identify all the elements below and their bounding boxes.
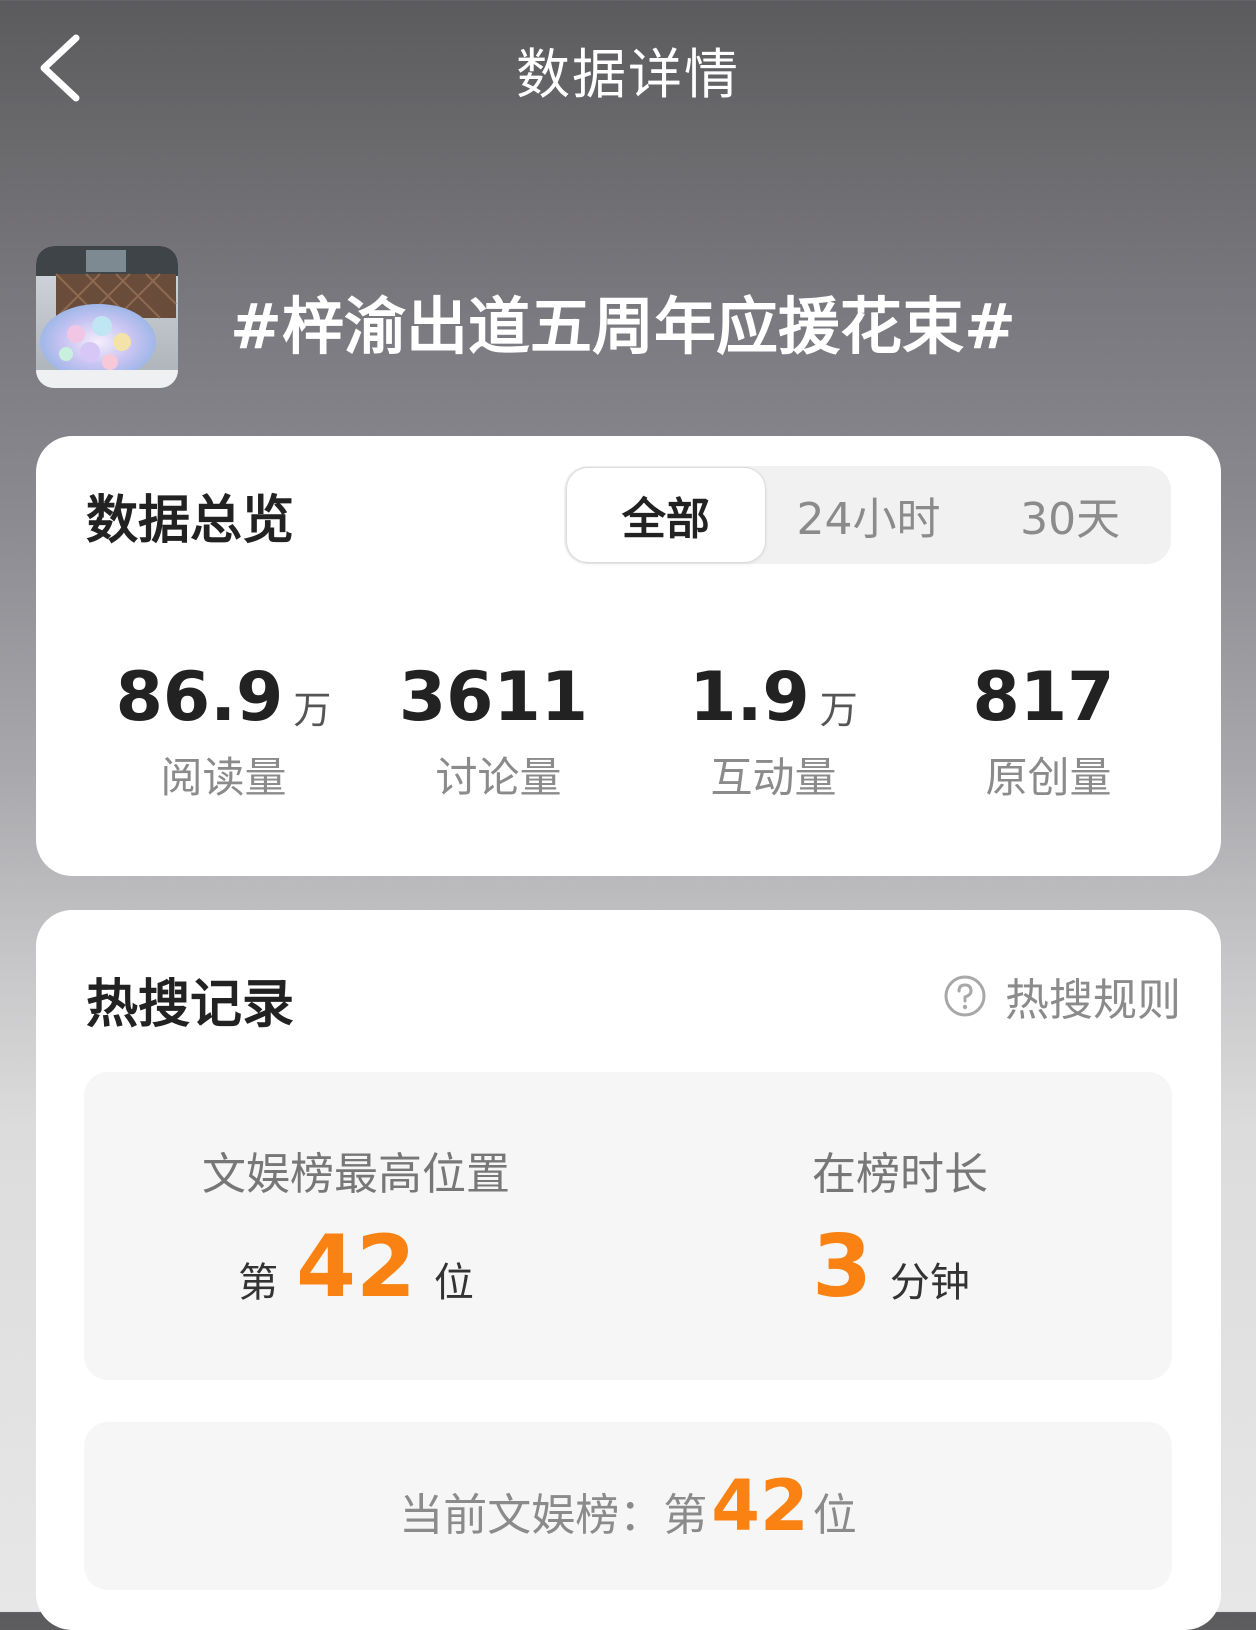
current-rank-prefix: 第 [663,1490,708,1541]
stat-value: 3611 [398,658,589,737]
topic-header: #梓渝出道五周年应援花束# [36,246,1216,388]
stat-unit: 万 [293,688,332,732]
current-rank-label: 当前文娱榜： [399,1490,664,1541]
time-on-list-title: 在榜时长 [812,1149,988,1200]
stat-original: 817 原创量 [911,658,1186,805]
topic-title: #梓渝出道五周年应援花束# [230,290,1016,363]
highest-position: 文娱榜最高位置 第 42 位 [84,1072,628,1380]
current-rank-value: 42 [711,1465,809,1547]
stat-value: 86.9 [115,658,284,737]
rank-prefix: 第 [238,1260,279,1306]
topic-thumbnail[interactable] [36,246,178,388]
duration-value: 3 [812,1217,872,1317]
time-on-list: 在榜时长 3 分钟 [628,1072,1172,1380]
overview-title: 数据总览 [86,491,295,551]
current-rank-panel: 当前文娱榜： 第 42 位 [84,1422,1172,1590]
stat-label: 讨论量 [435,753,562,802]
duration-unit: 分钟 [889,1260,970,1306]
current-rank-suffix: 位 [812,1490,857,1541]
flower-bouquet-image [36,246,178,388]
stat-unit: 万 [819,688,858,732]
stat-interactions: 1.9 万 互动量 [636,658,911,805]
hot-search-rules-link[interactable]: 热搜规则 [943,964,1181,1028]
top-bar: 数据详情 [0,0,1256,140]
question-circle-icon [944,975,986,1017]
stat-label: 阅读量 [160,753,287,802]
tab-all[interactable]: 全部 [566,467,766,563]
data-overview-card: 数据总览 全部 24小时 30天 86.9 万 阅读量 3611 讨论量 1.9… [36,436,1221,876]
rank-summary-panel: 文娱榜最高位置 第 42 位 在榜时长 3 分钟 [84,1072,1172,1380]
hot-search-title: 热搜记录 [86,975,295,1035]
stat-label: 原创量 [985,753,1112,802]
stat-label: 互动量 [710,753,837,802]
tab-24h[interactable]: 24小时 [770,468,968,562]
rank-suffix: 位 [433,1260,474,1306]
stats-row: 86.9 万 阅读量 3611 讨论量 1.9 万 互动量 817 原创量 [86,658,1186,805]
stat-discussions: 3611 讨论量 [361,658,636,805]
highest-position-title: 文娱榜最高位置 [202,1149,510,1200]
stat-value: 1.9 [689,658,810,737]
hot-search-card: 热搜记录 热搜规则 文娱榜最高位置 第 42 位 在榜时长 3 分钟 当前文娱榜… [36,910,1221,1630]
page-title: 数据详情 [516,43,740,106]
tab-30d[interactable]: 30天 [971,468,1169,562]
stat-value: 817 [972,658,1115,737]
highest-rank-value: 42 [296,1217,416,1317]
hot-search-rules-label: 热搜规则 [1005,975,1181,1026]
time-range-tabs: 全部 24小时 30天 [564,466,1171,564]
stat-reads: 86.9 万 阅读量 [86,658,361,805]
